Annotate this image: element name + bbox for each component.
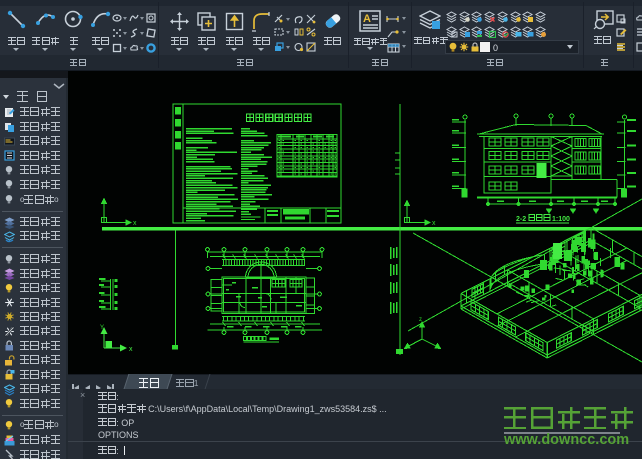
svg-text:1:100: 1:100 bbox=[552, 216, 570, 223]
svg-text:x: x bbox=[133, 220, 137, 227]
svg-text:Y: Y bbox=[100, 325, 104, 331]
svg-text:A: A bbox=[363, 13, 371, 25]
svg-text:2-2: 2-2 bbox=[516, 216, 526, 223]
svg-text:x: x bbox=[129, 346, 133, 353]
svg-text:x: x bbox=[432, 220, 436, 227]
svg-text:z: z bbox=[419, 317, 422, 323]
